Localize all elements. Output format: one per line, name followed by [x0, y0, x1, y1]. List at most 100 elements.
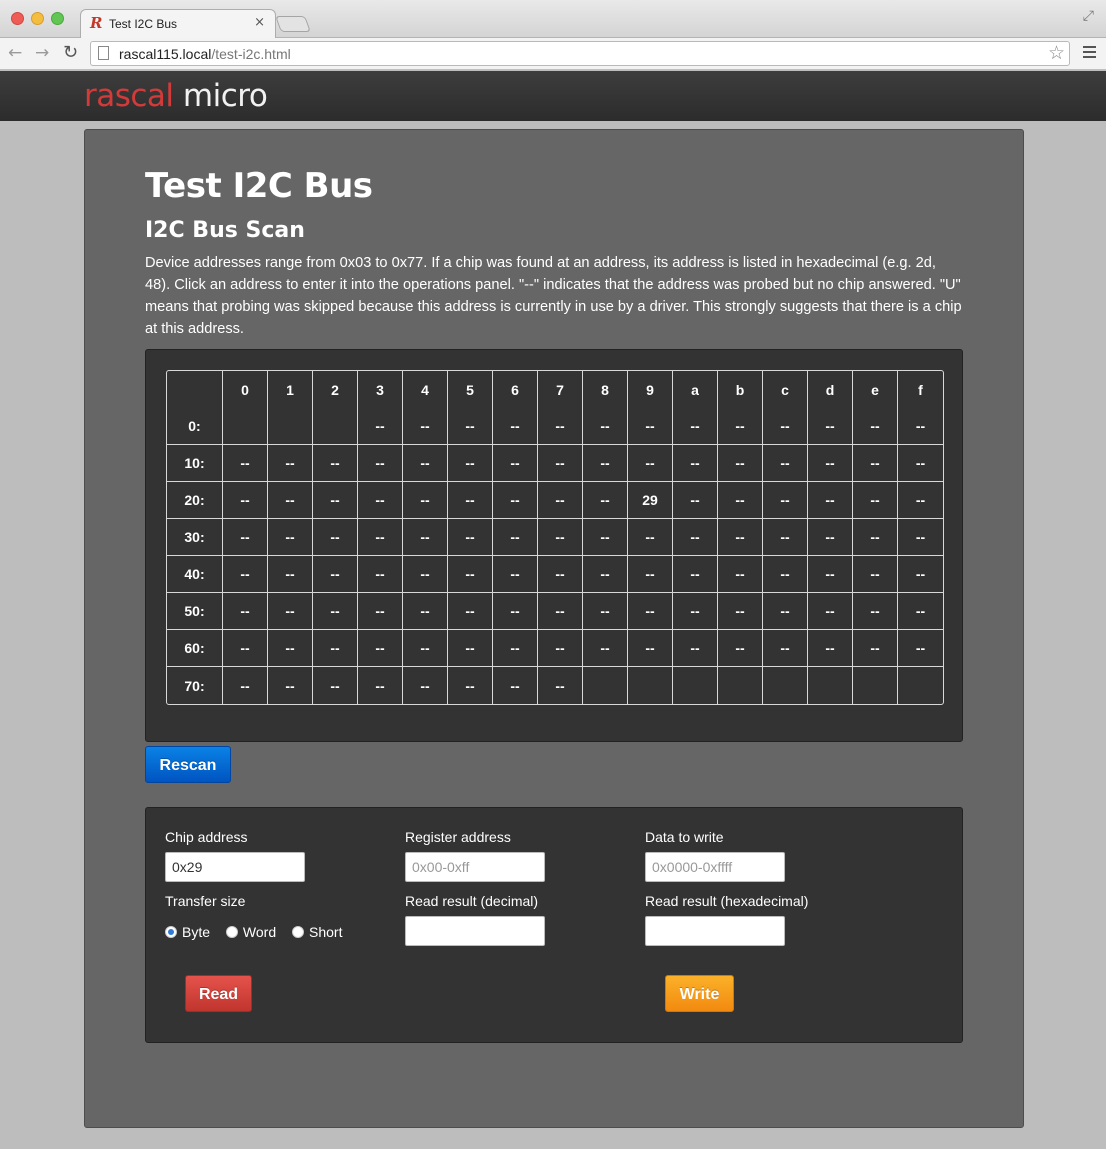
address-cell: --: [898, 482, 943, 519]
row-header: 60:: [167, 630, 223, 667]
register-address-input[interactable]: [405, 852, 545, 882]
address-cell: --: [403, 445, 448, 482]
table-row: 0: -- -- -- -- -- -- -- -- -- -- -- -- --: [167, 408, 943, 445]
address-cell: --: [673, 482, 718, 519]
radio-label-short: Short: [309, 924, 343, 940]
data-to-write-input[interactable]: [645, 852, 785, 882]
address-cell: --: [223, 593, 268, 630]
column-header: 8: [583, 371, 628, 408]
bookmark-star-icon[interactable]: ☆: [1048, 42, 1065, 64]
address-cell: --: [628, 593, 673, 630]
address-cell: --: [718, 593, 763, 630]
row-header: 30:: [167, 519, 223, 556]
row-header: 40:: [167, 556, 223, 593]
site-header: rascal micro: [0, 71, 1106, 121]
browser-toolbar: ← → ↻ rascal115.local/test-i2c.html ☆: [0, 38, 1106, 70]
reload-icon[interactable]: ↻: [63, 42, 78, 64]
menu-icon[interactable]: [1083, 46, 1096, 61]
close-window-button[interactable]: [11, 12, 24, 25]
fullscreen-icon[interactable]: ⤢: [1083, 8, 1094, 24]
read-button[interactable]: Read: [185, 975, 252, 1012]
address-cell: --: [808, 445, 853, 482]
address-cell: --: [673, 556, 718, 593]
radio-button-checked[interactable]: [165, 926, 177, 938]
address-cell: --: [898, 519, 943, 556]
address-bar[interactable]: rascal115.local/test-i2c.html ☆: [90, 41, 1070, 66]
scan-panel: 0123456789abcdef 0: -- -- -- -- -- -- -- -- -- -- -…: [145, 349, 963, 742]
page-title: Test I2C Bus: [145, 166, 373, 206]
address-cell: --: [628, 630, 673, 667]
back-arrow-icon[interactable]: ←: [8, 42, 22, 64]
i2c-scan-table: 0123456789abcdef 0: -- -- -- -- -- -- -- -- -- -- -…: [166, 370, 944, 705]
address-cell: --: [898, 445, 943, 482]
read-result-hex-input[interactable]: [645, 916, 785, 946]
address-cell: --: [763, 445, 808, 482]
address-cell: --: [268, 445, 313, 482]
logo-micro: micro: [173, 78, 268, 114]
rascal-favicon-icon: R: [90, 14, 103, 32]
address-cell: [223, 408, 268, 445]
address-cell: --: [358, 556, 403, 593]
address-cell: --: [853, 482, 898, 519]
address-cell: --: [223, 667, 268, 704]
column-header: 3: [358, 371, 403, 408]
transfer-size-short[interactable]: Short: [292, 924, 342, 940]
address-cell: --: [493, 519, 538, 556]
address-cell: --: [853, 408, 898, 445]
address-cell: --: [448, 630, 493, 667]
address-cell: --: [268, 556, 313, 593]
rescan-button[interactable]: Rescan: [145, 746, 231, 783]
address-cell: --: [448, 408, 493, 445]
read-result-decimal-label: Read result (decimal): [405, 893, 539, 909]
chip-address-input[interactable]: [165, 852, 305, 882]
address-cell: --: [853, 445, 898, 482]
read-result-decimal-input[interactable]: [405, 916, 545, 946]
main-panel: Test I2C Bus I2C Bus Scan Device address…: [84, 129, 1024, 1128]
column-header: 6: [493, 371, 538, 408]
zoom-window-button[interactable]: [51, 12, 64, 25]
found-address-cell[interactable]: 29: [628, 482, 673, 519]
table-row: 20: -- -- -- -- -- -- -- -- -- 29 -- -- -- -- -- --: [167, 482, 943, 519]
address-cell: --: [628, 556, 673, 593]
browser-tab[interactable]: R Test I2C Bus ×: [80, 9, 276, 38]
address-cell: --: [898, 630, 943, 667]
transfer-size-word[interactable]: Word: [225, 924, 276, 940]
address-cell: --: [853, 556, 898, 593]
transfer-size-byte[interactable]: Byte: [165, 924, 210, 940]
forward-arrow-icon[interactable]: →: [35, 42, 49, 64]
address-cell: --: [718, 482, 763, 519]
radio-button[interactable]: [292, 926, 304, 938]
new-tab-button[interactable]: [275, 16, 311, 32]
address-cell: [763, 667, 808, 704]
address-cell: --: [853, 519, 898, 556]
radio-button[interactable]: [225, 926, 238, 938]
table-row: 70: -- -- -- -- -- -- -- --: [167, 667, 943, 704]
address-cell: --: [763, 408, 808, 445]
address-cell: --: [628, 445, 673, 482]
address-cell: --: [268, 667, 313, 704]
close-tab-icon[interactable]: ×: [254, 15, 265, 30]
address-cell: --: [313, 593, 358, 630]
table-row: 10: -- -- -- -- -- -- -- -- -- -- -- -- -- -- -- --: [167, 445, 943, 482]
address-cell: --: [268, 482, 313, 519]
write-button[interactable]: Write: [665, 975, 734, 1012]
address-cell: --: [673, 630, 718, 667]
address-cell: [628, 667, 673, 704]
rascal-micro-logo[interactable]: rascal micro: [84, 77, 268, 115]
address-cell: --: [268, 593, 313, 630]
minimize-window-button[interactable]: [31, 12, 44, 25]
scan-header-row: 0123456789abcde f: [167, 371, 943, 408]
address-cell: --: [403, 482, 448, 519]
address-cell: [313, 408, 358, 445]
column-header: 2: [313, 371, 358, 408]
address-cell: --: [583, 556, 628, 593]
chip-address-label: Chip address: [165, 829, 248, 845]
address-cell: --: [493, 667, 538, 704]
address-cell: --: [493, 482, 538, 519]
address-cell: --: [448, 482, 493, 519]
row-header: 70:: [167, 667, 223, 704]
column-header: e: [853, 371, 898, 408]
address-cell: --: [673, 593, 718, 630]
read-result-hex-label: Read result (hexadecimal): [645, 893, 809, 909]
address-cell: --: [448, 667, 493, 704]
